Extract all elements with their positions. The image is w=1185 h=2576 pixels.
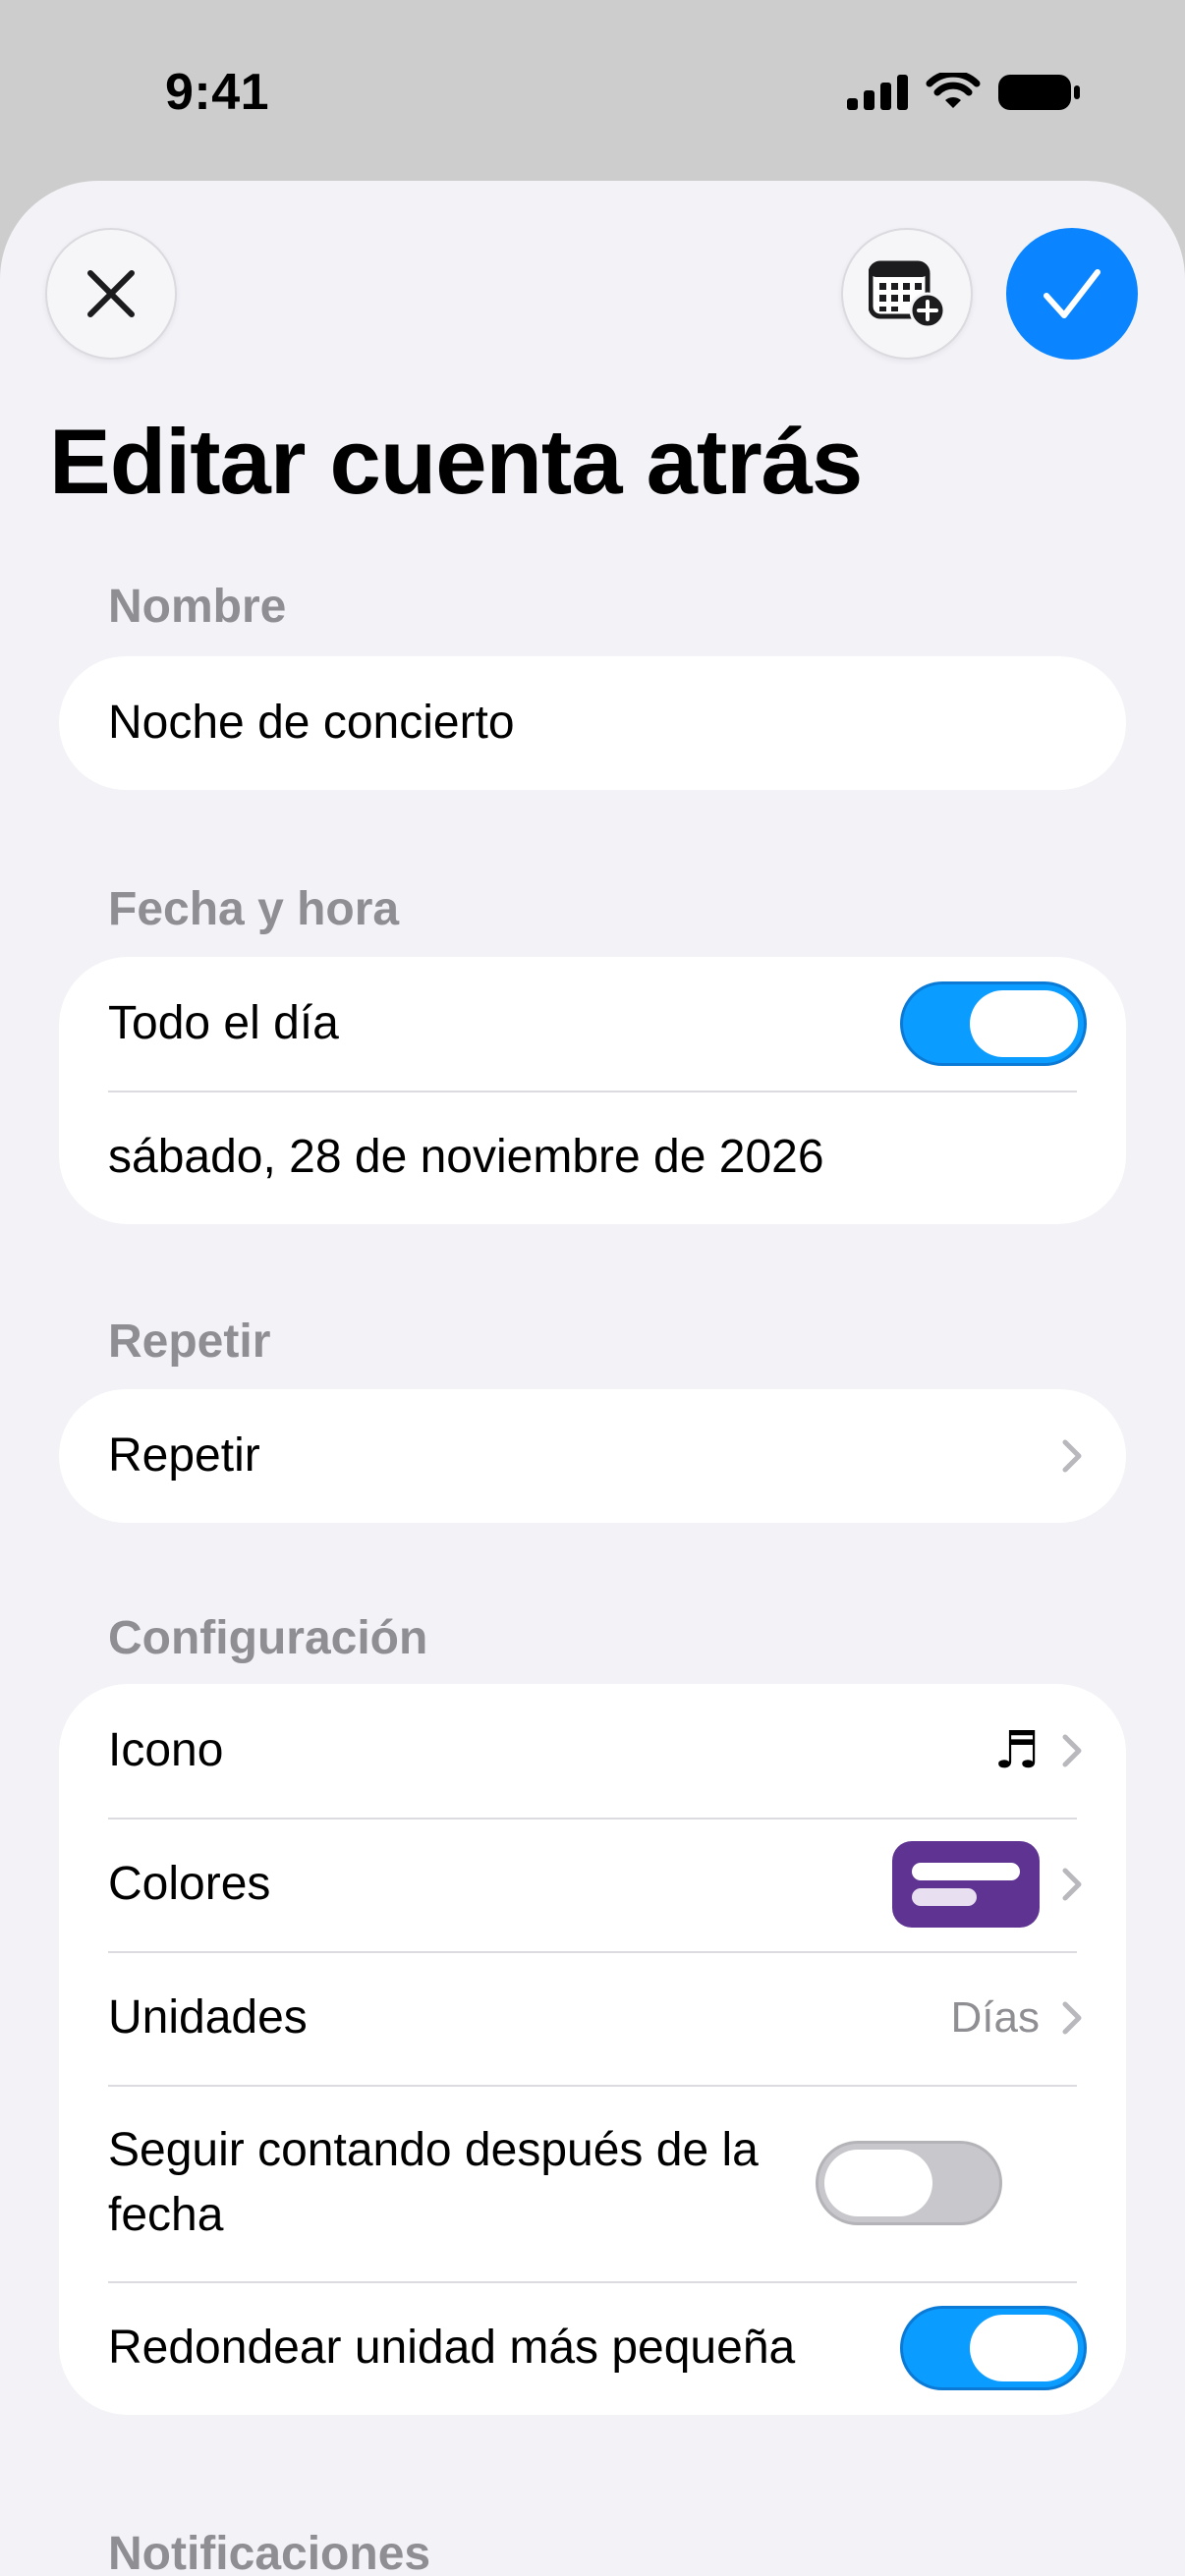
date-row[interactable]: sábado, 28 de noviembre de 2026 (59, 1091, 1126, 1224)
colors-row[interactable]: Colores (59, 1818, 1126, 1951)
name-field[interactable]: Noche de concierto (59, 656, 1126, 790)
status-icons (847, 73, 1081, 112)
settings-card: Icono ♬ Colores Unidades Días Seguir con… (59, 1684, 1126, 2415)
name-value: Noche de concierto (108, 697, 515, 749)
repeat-row-label: Repetir (108, 1429, 260, 1482)
section-label-settings: Configuración (108, 1612, 428, 1664)
add-to-calendar-button[interactable] (841, 228, 973, 360)
section-label-repeat: Repetir (108, 1316, 271, 1368)
section-label-name: Nombre (108, 581, 287, 633)
round-unit-row: Redondear unidad más pequeña (59, 2281, 1126, 2415)
icon-row-label: Icono (108, 1724, 224, 1776)
status-bar: 9:41 (0, 0, 1185, 187)
units-row[interactable]: Unidades Días (59, 1951, 1126, 2085)
chevron-right-icon (1062, 1868, 1082, 1901)
colors-row-label: Colores (108, 1858, 271, 1910)
icon-row[interactable]: Icono ♬ (59, 1684, 1126, 1818)
done-button[interactable] (1006, 228, 1138, 360)
swatch-line (912, 1888, 977, 1906)
battery-icon (998, 75, 1080, 110)
calendar-add-icon (869, 260, 945, 328)
chevron-right-icon (1062, 1439, 1082, 1473)
cellular-signal-icon (847, 75, 908, 110)
keep-counting-row: Seguir contando después de la fecha (59, 2085, 1126, 2281)
all-day-row: Todo el día (59, 957, 1126, 1091)
section-label-datetime: Fecha y hora (108, 883, 400, 935)
toggle-knob (970, 990, 1078, 1057)
chevron-right-icon (1062, 1734, 1082, 1767)
repeat-card: Repetir (59, 1389, 1126, 1523)
date-value: sábado, 28 de noviembre de 2026 (108, 1131, 824, 1183)
name-card: Noche de concierto (59, 656, 1126, 790)
keep-counting-toggle[interactable] (816, 2141, 1002, 2225)
all-day-label: Todo el día (108, 997, 339, 1049)
music-note-icon: ♬ (993, 1721, 1040, 1780)
icon-row-accessory: ♬ (993, 1721, 1087, 1780)
wifi-icon (926, 73, 981, 108)
units-row-accessory: Días (951, 1993, 1087, 2043)
units-value: Días (950, 1993, 1040, 2042)
colors-row-accessory (892, 1841, 1087, 1928)
checkmark-icon (1044, 269, 1100, 318)
toggle-knob (970, 2315, 1078, 2381)
repeat-row-accessory (1057, 1436, 1087, 1476)
status-time: 9:41 (165, 64, 270, 121)
all-day-toggle[interactable] (900, 981, 1087, 1066)
toggle-knob (824, 2150, 932, 2216)
units-row-label: Unidades (108, 1991, 308, 2044)
round-unit-label: Redondear unidad más pequeña (108, 2322, 796, 2374)
color-swatch-preview (892, 1841, 1040, 1928)
close-icon (87, 270, 135, 317)
edit-countdown-sheet: Editar cuenta atrás Nombre Noche de conc… (0, 181, 1185, 2576)
datetime-card: Todo el día sábado, 28 de noviembre de 2… (59, 957, 1126, 1224)
round-unit-toggle[interactable] (900, 2306, 1087, 2390)
close-button[interactable] (45, 228, 177, 360)
repeat-row[interactable]: Repetir (59, 1389, 1126, 1523)
keep-counting-label: Seguir contando después de la fecha (108, 2124, 759, 2241)
section-label-notifications: Notificaciones (108, 2528, 431, 2576)
chevron-right-icon (1062, 2001, 1082, 2035)
page-title: Editar cuenta atrás (49, 410, 863, 513)
swatch-line (912, 1863, 1020, 1880)
